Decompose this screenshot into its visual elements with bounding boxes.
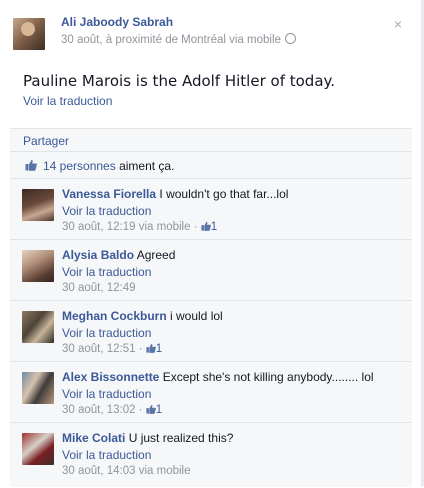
comment: Mike Colati U just realized this? Voir l… [10,422,412,488]
comment-like-count[interactable]: 1 [156,343,162,355]
likes-text: 14 personnes aiment ça. [43,159,174,173]
comment-like-count[interactable]: 1 [156,404,162,416]
comment-time[interactable]: 30 août, 13:02 · [62,404,146,416]
comment-meta: 30 août, 13:02 · 1 [62,404,162,416]
comment-translate-link[interactable]: Voir la traduction [62,448,151,462]
translate-link[interactable]: Voir la traduction [23,94,112,108]
comment-meta: 30 août, 12:19 via mobile · 1 [62,221,217,233]
commenter-name[interactable]: Alysia Baldo [62,248,134,262]
share-link[interactable]: Partager [23,134,69,148]
comment-body: Mike Colati U just realized this? [62,431,233,445]
globe-icon[interactable] [284,33,296,45]
commenter-name[interactable]: Meghan Cockburn [62,309,167,323]
comment-text: Agreed [134,248,176,262]
comment-body: Meghan Cockburn i would lol [62,309,223,323]
comment-time[interactable]: 30 août, 12:19 via mobile · [62,221,201,233]
comment-like-count[interactable]: 1 [211,221,217,233]
comment: Alysia Baldo Agreed Voir la traduction 3… [10,239,412,301]
likes-suffix: aiment ça. [115,159,175,173]
comment-meta: 30 août, 14:03 via mobile [62,465,191,477]
comment-meta: 30 août, 12:49 [62,282,136,294]
close-icon[interactable]: × [394,16,402,32]
comment-time[interactable]: 30 août, 12:49 [62,282,136,294]
author-avatar[interactable] [13,18,45,50]
likes-row: 14 personnes aiment ça. [10,151,412,179]
thumbs-up-icon [25,160,37,171]
thumbs-up-icon [146,404,156,414]
commenter-name[interactable]: Alex Bissonnette [62,370,159,384]
comment: Meghan Cockburn i would lol Voir la trad… [10,300,412,362]
comment-meta: 30 août, 12:51 · 1 [62,343,162,355]
comment-body: Alysia Baldo Agreed [62,248,175,262]
commenter-avatar[interactable] [22,433,54,465]
commenter-avatar[interactable] [22,372,54,404]
comment-translate-link[interactable]: Voir la traduction [62,387,151,401]
comment: Alex Bissonnette Except she's not killin… [10,361,412,423]
author-name[interactable]: Ali Jaboody Sabrah [61,15,173,29]
comment-body: Alex Bissonnette Except she's not killin… [62,370,374,384]
commenter-avatar[interactable] [22,189,54,221]
comment: Vanessa Fiorella I wouldn't go that far.… [10,178,412,240]
comment-time[interactable]: 30 août, 12:51 · [62,343,146,355]
comment-body: Vanessa Fiorella I wouldn't go that far.… [62,187,288,201]
comment-translate-link[interactable]: Voir la traduction [62,204,151,218]
thumbs-up-icon [146,343,156,353]
commenter-name[interactable]: Mike Colati [62,431,125,445]
comment-text: I wouldn't go that far...lol [156,187,289,201]
comment-text: i would lol [166,309,223,323]
comment-text: Except she's not killing anybody........… [159,370,374,384]
comment-translate-link[interactable]: Voir la traduction [62,326,151,340]
feedback-panel: Partager 14 personnes aiment ça. Vanessa… [10,128,412,487]
commenter-avatar[interactable] [22,250,54,282]
comment-time[interactable]: 30 août, 14:03 via mobile [62,465,191,477]
commenter-avatar[interactable] [22,311,54,343]
likes-link[interactable]: 14 personnes [43,159,116,173]
post-meta: 30 août, à proximité de Montréal via mob… [61,33,296,46]
thumbs-up-icon [201,221,211,231]
post-text: Pauline Marois is the Adolf Hitler of to… [23,72,336,90]
commenter-name[interactable]: Vanessa Fiorella [62,187,156,201]
comment-text: U just realized this? [125,431,234,445]
post-meta-text: 30 août, à proximité de Montréal via mob… [61,34,281,46]
comment-translate-link[interactable]: Voir la traduction [62,265,151,279]
